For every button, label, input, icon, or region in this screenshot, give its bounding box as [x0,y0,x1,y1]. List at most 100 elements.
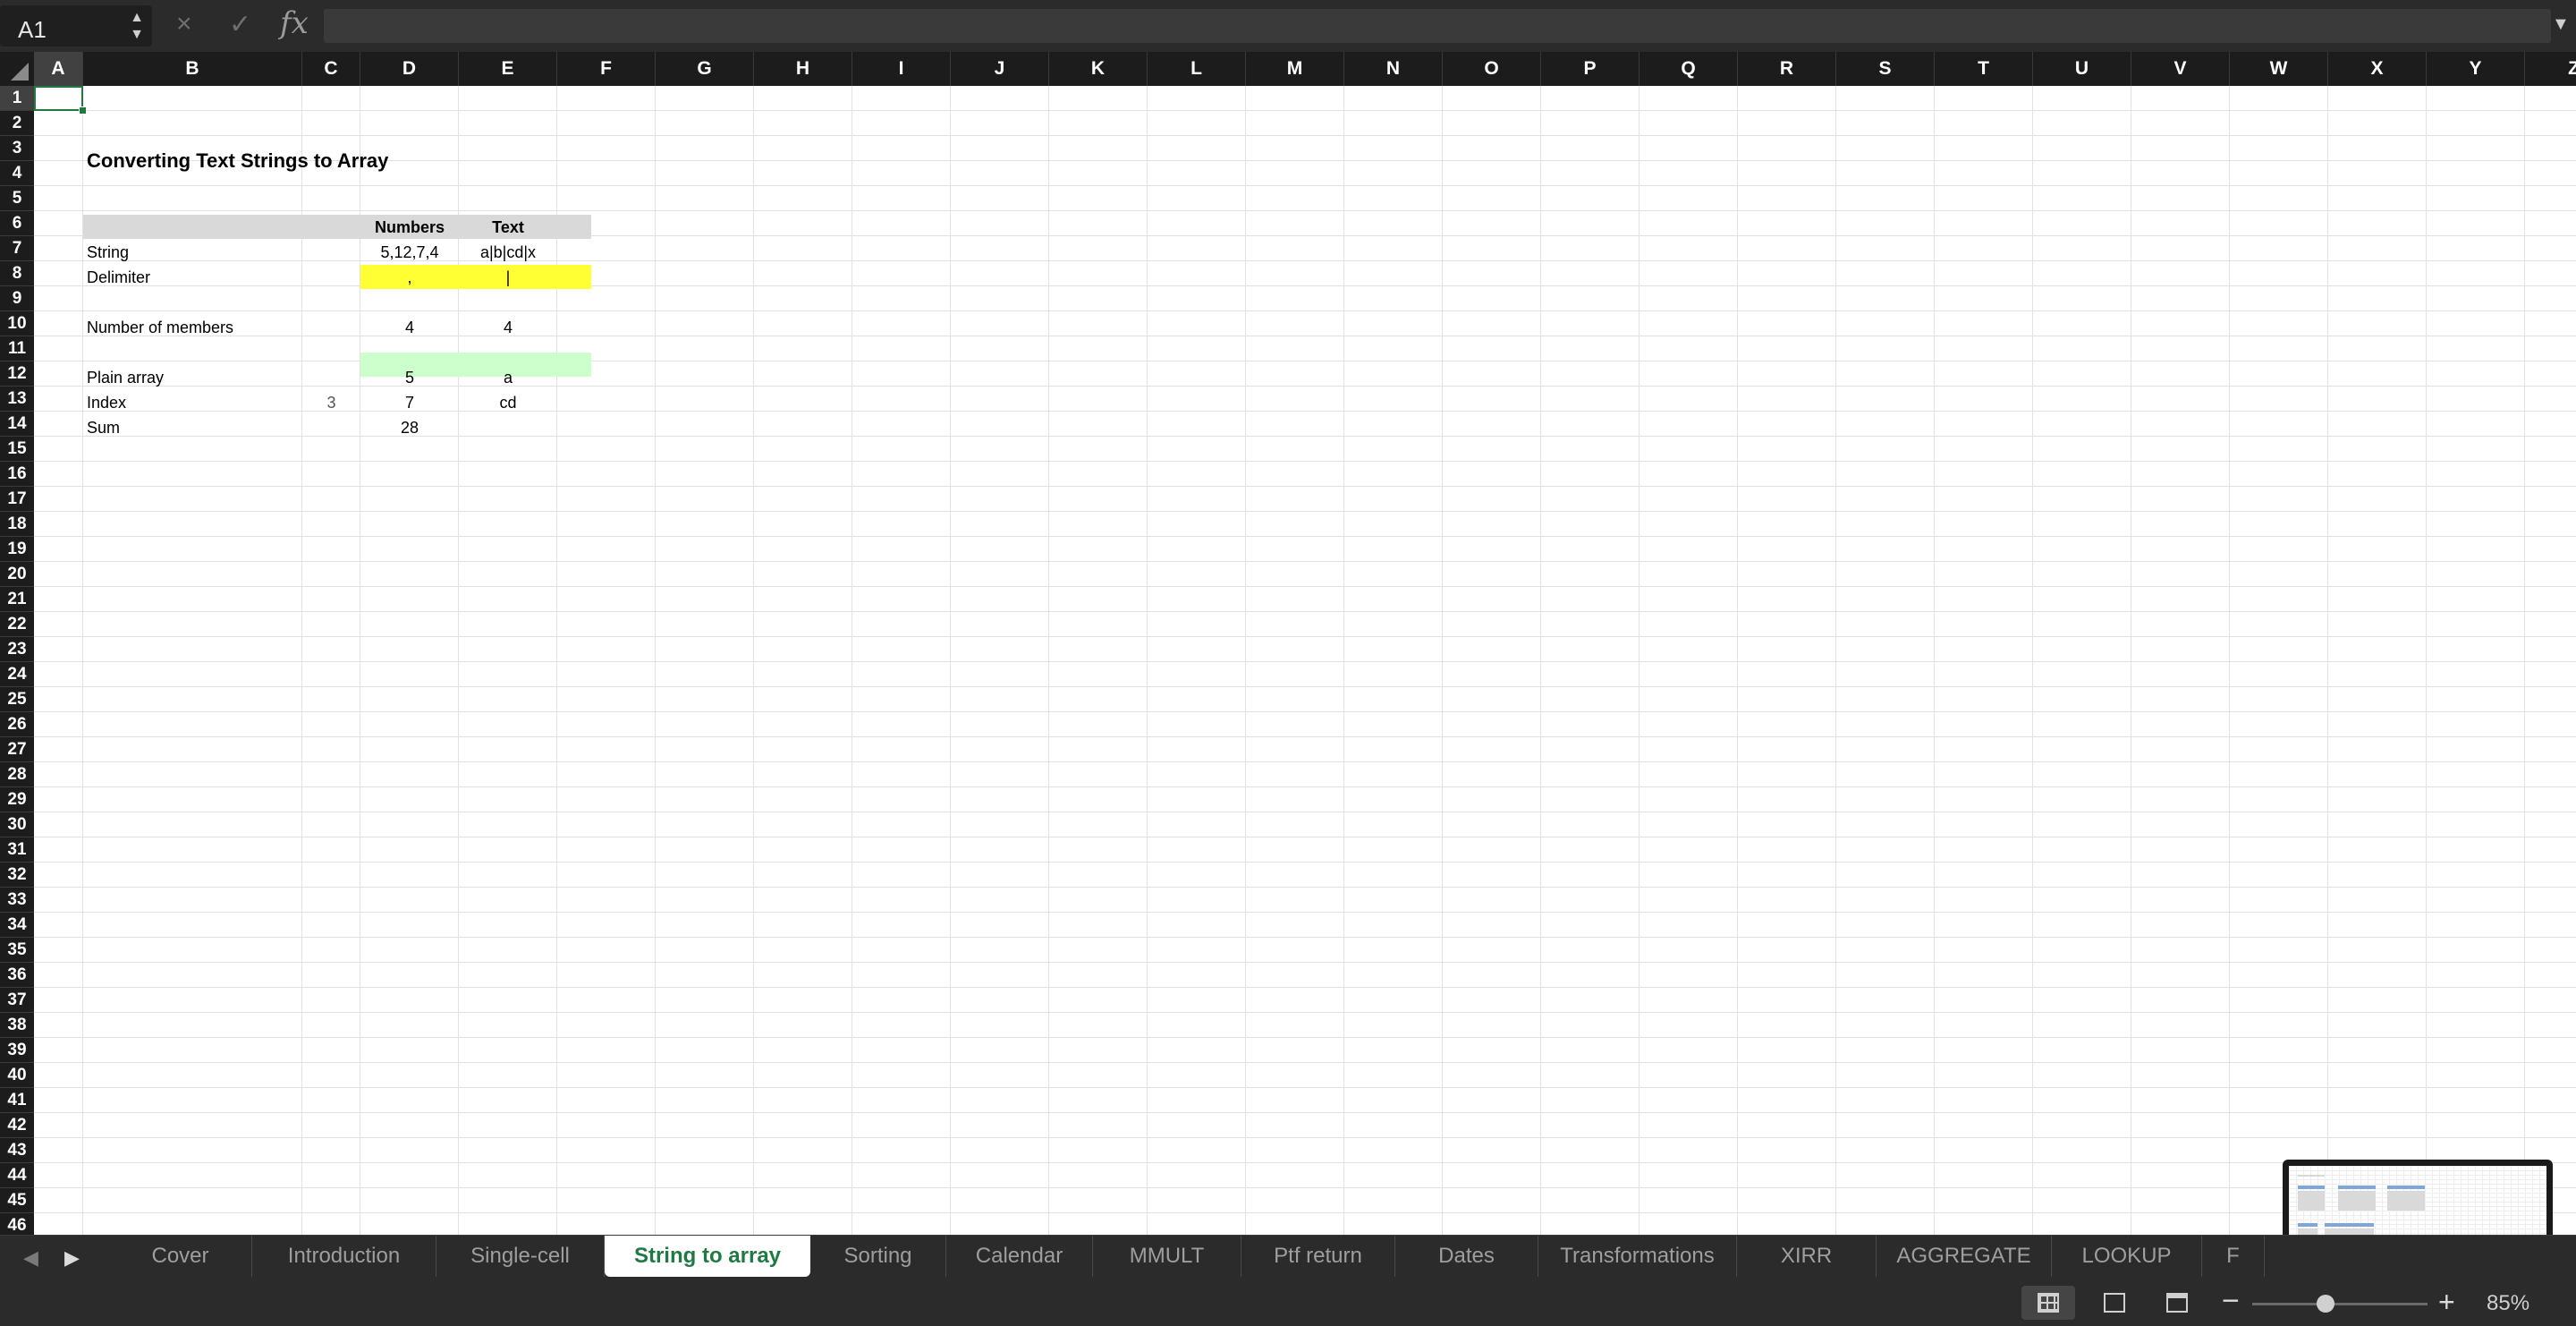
row-header-24[interactable]: 24 [0,662,34,687]
zoom-level[interactable]: 85% [2487,1291,2529,1316]
column-header-x[interactable]: X [2328,52,2427,86]
column-header-w[interactable]: W [2230,52,2328,86]
formula-input[interactable] [324,9,2551,43]
name-box[interactable]: A1 ▲▼ [0,5,152,47]
column-header-g[interactable]: G [656,52,754,86]
select-all-button[interactable] [0,52,34,86]
row-header-13[interactable]: 13 [0,387,34,412]
sheet-tab-aggregate[interactable]: AGGREGATE [1877,1236,2052,1277]
row-header-30[interactable]: 30 [0,812,34,837]
column-header-t[interactable]: T [1935,52,2033,86]
fill-handle[interactable] [79,106,87,115]
column-header-s[interactable]: S [1836,52,1935,86]
zoom-slider-track[interactable] [2252,1303,2428,1305]
sum-label[interactable]: Sum [83,415,302,440]
sheet-tab-lookup[interactable]: LOOKUP [2052,1236,2202,1277]
sheet-tab-transformations[interactable]: Transformations [1538,1236,1737,1277]
sheet-tab-introduction[interactable]: Introduction [252,1236,436,1277]
row-header-35[interactable]: 35 [0,938,34,963]
row-header-43[interactable]: 43 [0,1138,34,1163]
row-header-38[interactable]: 38 [0,1013,34,1038]
column-header-c[interactable]: C [302,52,360,86]
members-numbers[interactable]: 4 [360,315,459,340]
sheet-tab-string-to-array[interactable]: String to array [605,1236,810,1277]
row-header-21[interactable]: 21 [0,587,34,612]
row-header-26[interactable]: 26 [0,712,34,737]
row-header-42[interactable]: 42 [0,1113,34,1138]
sheet-tab-calendar[interactable]: Calendar [946,1236,1093,1277]
string-numbers[interactable]: 5,12,7,4 [360,240,459,265]
column-header-o[interactable]: O [1443,52,1541,86]
string-text[interactable]: a|b|cd|x [459,240,557,265]
sheet-tab-dates[interactable]: Dates [1395,1236,1538,1277]
column-header-l[interactable]: L [1148,52,1246,86]
header-text[interactable]: Text [459,215,557,240]
row-header-17[interactable]: 17 [0,487,34,512]
column-header-j[interactable]: J [951,52,1049,86]
column-header-v[interactable]: V [2131,52,2230,86]
row-header-16[interactable]: 16 [0,462,34,487]
expand-formula-bar-icon[interactable]: ▼ [2552,14,2570,35]
row-header-33[interactable]: 33 [0,888,34,913]
row-header-10[interactable]: 10 [0,311,34,336]
zoom-in-button[interactable]: + [2438,1286,2455,1319]
index-label[interactable]: Index [83,390,302,415]
row-header-20[interactable]: 20 [0,562,34,587]
string-label[interactable]: String [83,240,302,265]
column-header-m[interactable]: M [1246,52,1344,86]
row-header-3[interactable]: 3 [0,136,34,161]
active-cell-selection[interactable] [34,86,83,111]
previous-sheet-icon[interactable]: ◀ [23,1246,38,1270]
row-header-6[interactable]: 6 [0,211,34,236]
row-header-25[interactable]: 25 [0,687,34,712]
delimiter-numbers[interactable]: , [360,265,459,290]
sheet-area[interactable]: Converting Text Strings to Array Numbers… [34,86,2576,1235]
column-header-p[interactable]: P [1541,52,1640,86]
row-header-4[interactable]: 4 [0,161,34,186]
column-header-k[interactable]: K [1049,52,1148,86]
row-header-7[interactable]: 7 [0,236,34,261]
insert-function-icon[interactable]: fx [280,5,309,41]
row-header-19[interactable]: 19 [0,537,34,562]
zoom-slider-handle[interactable] [2317,1295,2334,1313]
delimiter-label[interactable]: Delimiter [83,265,302,290]
header-numbers[interactable]: Numbers [360,215,459,240]
page-layout-view-button[interactable] [2088,1286,2141,1320]
row-header-5[interactable]: 5 [0,186,34,211]
sheet-tab-mmult[interactable]: MMULT [1093,1236,1241,1277]
next-sheet-icon[interactable]: ▶ [64,1246,80,1270]
plain-array-text[interactable]: a [459,365,557,390]
members-label[interactable]: Number of members [83,315,302,340]
row-header-40[interactable]: 40 [0,1063,34,1088]
row-header-18[interactable]: 18 [0,512,34,537]
sheet-title[interactable]: Converting Text Strings to Array [83,149,584,174]
row-header-11[interactable]: 11 [0,336,34,361]
column-header-h[interactable]: H [754,52,852,86]
column-header-y[interactable]: Y [2427,52,2525,86]
column-header-r[interactable]: R [1738,52,1836,86]
row-header-32[interactable]: 32 [0,863,34,888]
row-header-27[interactable]: 27 [0,737,34,762]
zoom-out-button[interactable]: − [2222,1284,2240,1319]
index-numbers[interactable]: 7 [360,390,459,415]
row-header-29[interactable]: 29 [0,787,34,812]
row-header-14[interactable]: 14 [0,412,34,437]
row-header-9[interactable]: 9 [0,286,34,311]
index-text[interactable]: cd [459,390,557,415]
plain-array-label[interactable]: Plain array [83,365,302,390]
name-box-stepper-icon[interactable]: ▲▼ [128,9,146,43]
column-header-z[interactable]: Z [2525,52,2576,86]
sum-numbers[interactable]: 28 [360,415,459,440]
row-header-28[interactable]: 28 [0,762,34,787]
column-header-u[interactable]: U [2033,52,2131,86]
row-header-41[interactable]: 41 [0,1088,34,1113]
sheet-tab-sorting[interactable]: Sorting [810,1236,946,1277]
sheet-tab-ptf-return[interactable]: Ptf return [1241,1236,1395,1277]
row-header-44[interactable]: 44 [0,1163,34,1188]
column-header-f[interactable]: F [557,52,656,86]
row-header-8[interactable]: 8 [0,261,34,286]
normal-view-button[interactable] [2021,1286,2075,1320]
plain-array-numbers[interactable]: 5 [360,365,459,390]
row-header-15[interactable]: 15 [0,437,34,462]
column-header-i[interactable]: I [852,52,951,86]
